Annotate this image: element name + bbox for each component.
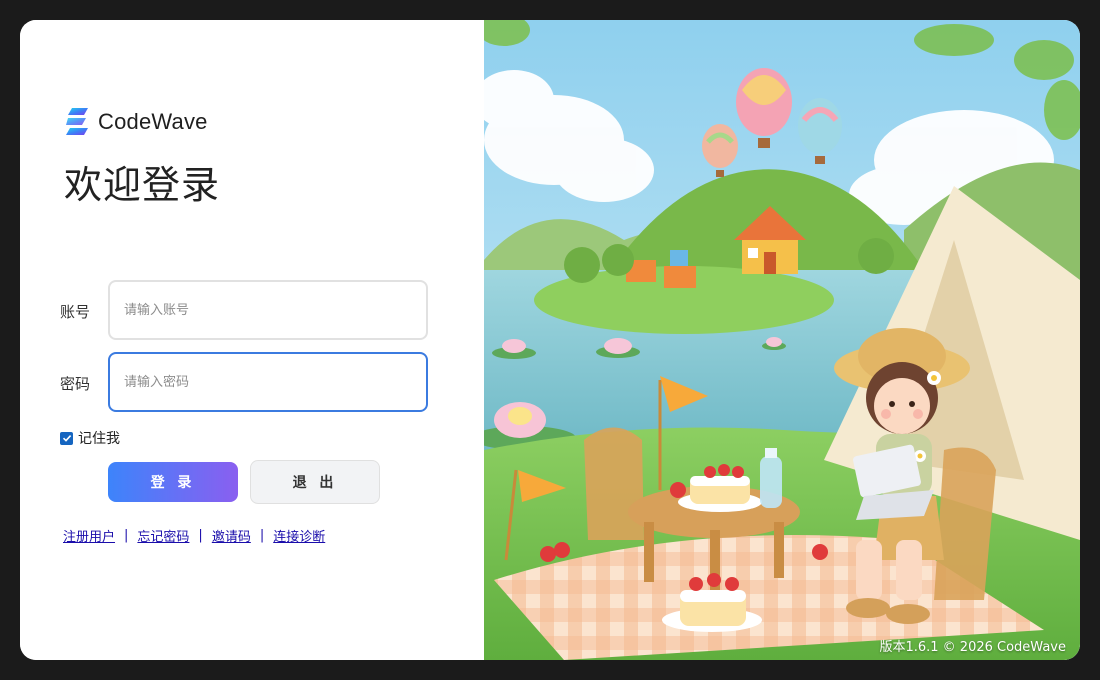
brand-name: CodeWave: [98, 109, 208, 134]
account-input[interactable]: [108, 280, 428, 340]
remember-me[interactable]: 记住我: [60, 428, 120, 448]
page-title: 欢迎登录: [64, 163, 221, 207]
picnic-scene-illustration: [484, 20, 1080, 660]
connection-diagnosis-link[interactable]: 连接诊断: [273, 526, 325, 545]
password-input[interactable]: [108, 352, 428, 412]
password-label: 密码: [60, 375, 91, 393]
register-link[interactable]: 注册用户: [63, 526, 115, 545]
invite-code-link[interactable]: 邀请码: [212, 526, 251, 545]
remember-label: 记住我: [78, 431, 120, 447]
codewave-logo-icon: [66, 108, 88, 135]
account-label: 账号: [60, 303, 91, 321]
hero-illustration: 版本1.6.1 © 2026 CodeWave: [484, 20, 1080, 660]
version-text: 版本1.6.1 © 2026 CodeWave: [879, 640, 1066, 655]
remember-checkbox[interactable]: [60, 431, 73, 445]
footer-links: 注册用户 | 忘记密码 | 邀请码 | 连接诊断: [63, 526, 325, 545]
login-card: CodeWave 欢迎登录 账号 密码 记住我 登 录 退 出 注册用户 | 忘…: [20, 20, 1080, 660]
login-panel: CodeWave 欢迎登录 账号 密码 记住我 登 录 退 出 注册用户 | 忘…: [20, 20, 484, 660]
forgot-password-link[interactable]: 忘记密码: [137, 526, 189, 545]
brand: CodeWave: [64, 106, 208, 138]
link-separator: |: [259, 528, 265, 543]
link-separator: |: [198, 528, 203, 543]
exit-button[interactable]: 退 出: [250, 460, 380, 504]
link-separator: |: [124, 528, 129, 543]
login-button[interactable]: 登 录: [108, 462, 238, 502]
checkmark-icon: [62, 435, 71, 442]
